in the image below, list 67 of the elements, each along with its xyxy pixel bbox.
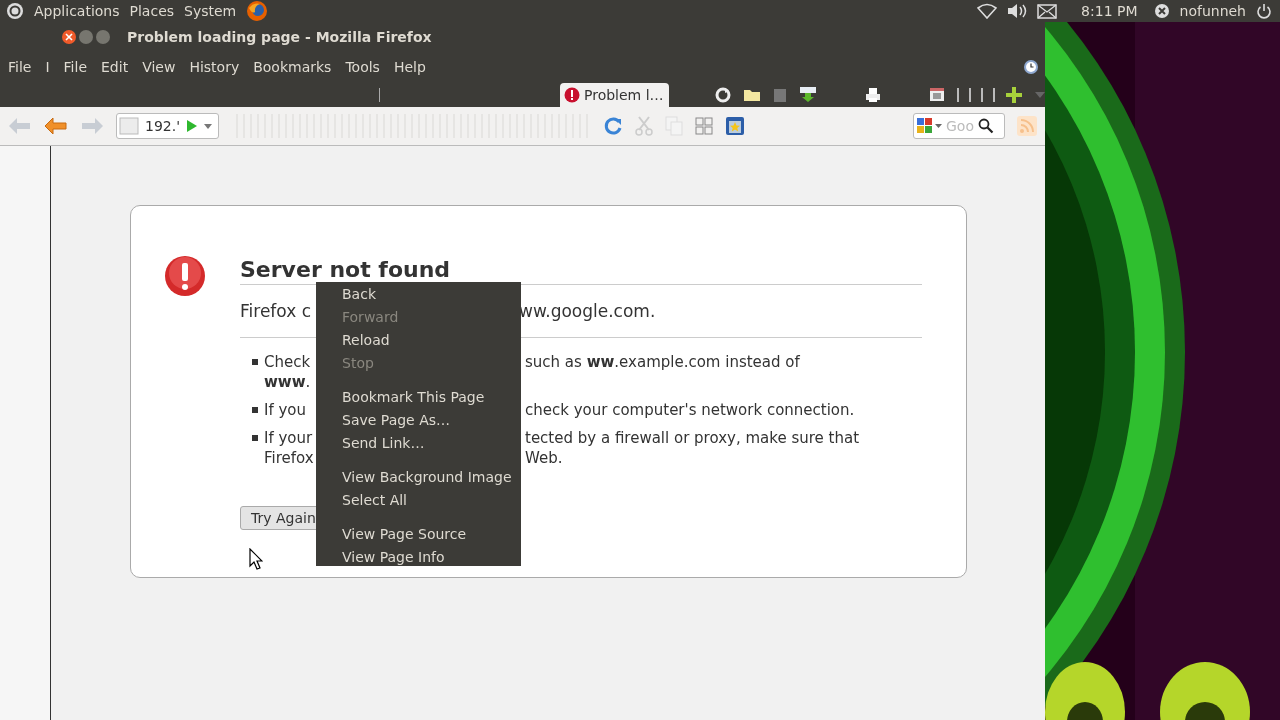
context-menu-item[interactable]: Send Link…	[316, 432, 521, 455]
wifi-icon[interactable]	[977, 3, 998, 19]
print-icon[interactable]	[865, 86, 881, 103]
firefox-icon[interactable]	[246, 0, 269, 22]
bullet-text: check your computer's network connection.	[525, 400, 855, 420]
window-title: Problem loading page - Mozilla Firefox	[127, 29, 432, 45]
clock[interactable]: 8:11 PM	[1081, 3, 1138, 19]
context-menu-item[interactable]: View Page Info	[316, 546, 521, 569]
context-menu-item[interactable]: Bookmark This Page	[316, 375, 521, 409]
download-icon[interactable]	[799, 86, 817, 103]
bullet-text: Check	[264, 353, 311, 371]
reload-icon[interactable]	[603, 116, 624, 136]
bullet-marker	[252, 359, 258, 365]
power-icon[interactable]	[1256, 3, 1272, 19]
error-icon	[564, 87, 580, 103]
bullet-text: Web.	[525, 448, 563, 468]
menu-item[interactable]: Tools	[345, 59, 380, 75]
maximize-button[interactable]	[96, 30, 110, 44]
error-message: ww.google.com.	[519, 301, 656, 321]
user-status-icon[interactable]	[1153, 3, 1170, 19]
context-menu-item[interactable]: Save Page As…	[316, 409, 521, 432]
context-menu-item[interactable]: Reload	[316, 329, 521, 352]
ubuntu-logo-icon[interactable]	[6, 2, 24, 20]
menu-item[interactable]: History	[189, 59, 240, 75]
menu-item[interactable]: View	[142, 59, 176, 75]
panel-menu[interactable]: Applications	[34, 3, 120, 19]
mouse-pointer-icon	[249, 548, 263, 570]
bullet-text: tected by a firewall or proxy, make sure that	[525, 428, 859, 448]
search-engine-icon[interactable]	[916, 117, 944, 135]
panel-menu[interactable]: Places	[129, 3, 175, 19]
bullet-marker	[252, 407, 258, 413]
search-icon[interactable]	[978, 118, 994, 134]
menu-item[interactable]: I	[45, 59, 50, 75]
context-menu-item[interactable]: View Background Image	[316, 455, 521, 489]
error-icon	[164, 255, 206, 297]
context-menu-item[interactable]: Back	[316, 283, 521, 306]
volume-icon[interactable]	[1007, 3, 1028, 19]
back-icon[interactable]	[44, 117, 68, 135]
calendar-icon[interactable]	[929, 87, 945, 102]
page-icon	[119, 117, 139, 135]
search-field[interactable]: Goo	[946, 118, 976, 134]
refresh-icon[interactable]	[715, 86, 731, 103]
bullet-text: Firefox	[264, 449, 314, 467]
bullet-marker	[252, 435, 258, 441]
menu-item[interactable]: File	[63, 59, 87, 75]
add-icon[interactable]	[1005, 85, 1023, 104]
folder-icon[interactable]	[743, 87, 761, 102]
url-text[interactable]: 192.'	[145, 118, 181, 134]
panel-menu[interactable]: System	[184, 3, 237, 19]
bullet-text: such as ww.example.com instead of	[525, 352, 800, 372]
address-bar[interactable]: 192.'	[116, 113, 220, 139]
browser-tab[interactable]: Problem l…	[560, 83, 669, 107]
error-message: Firefox c	[240, 301, 311, 321]
clock-icon[interactable]	[1023, 59, 1039, 75]
menu-item[interactable]: File	[8, 59, 32, 75]
dropdown-icon[interactable]	[204, 123, 213, 129]
go-icon[interactable]	[186, 119, 199, 133]
menu-item[interactable]: Help	[393, 59, 426, 75]
menu-item[interactable]: Edit	[101, 59, 129, 75]
user-name[interactable]: nofunneh	[1179, 3, 1246, 19]
bookmark-icon[interactable]	[725, 116, 746, 136]
mail-icon[interactable]	[1037, 3, 1058, 19]
bullet-text: www.	[264, 373, 311, 391]
bullet-text: If you	[264, 401, 307, 419]
bullet-text: If your	[264, 429, 313, 447]
close-button[interactable]	[62, 30, 76, 44]
menu-item[interactable]: Bookmarks	[253, 59, 332, 75]
